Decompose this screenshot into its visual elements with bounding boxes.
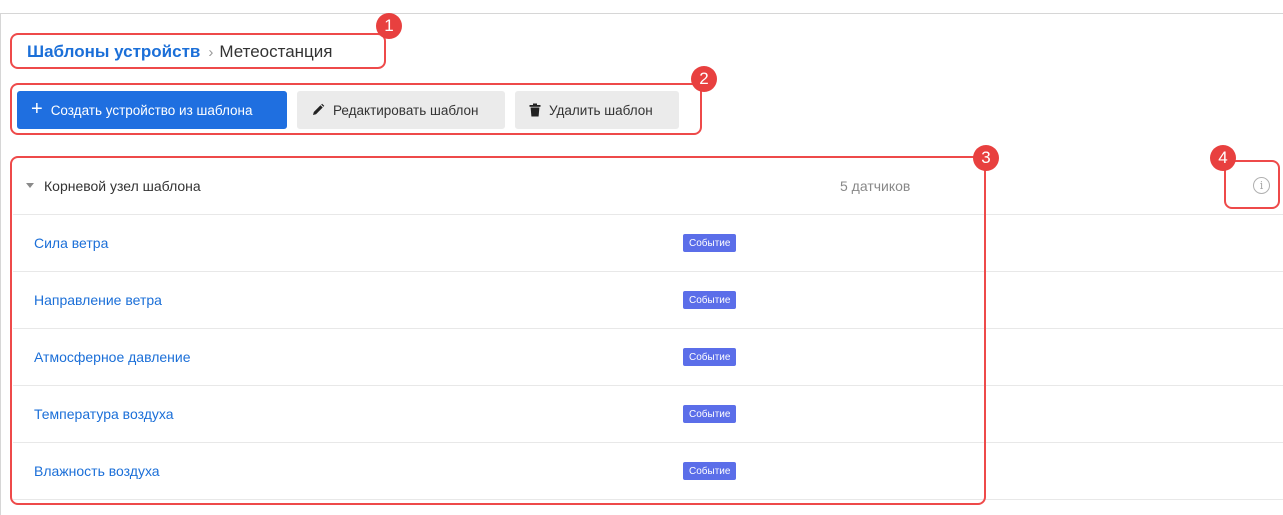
sensor-link[interactable]: Температура воздуха <box>34 406 174 422</box>
trash-icon <box>529 103 541 117</box>
event-badge: Событие <box>683 462 737 480</box>
tree-root-label: Корневой узел шаблона <box>44 177 201 194</box>
breadcrumb-separator: › <box>208 43 214 61</box>
left-divider <box>0 13 1 515</box>
event-badge: Событие <box>683 405 737 423</box>
caret-down-icon[interactable] <box>26 183 34 188</box>
info-icon[interactable]: i <box>1253 177 1270 194</box>
annotation-badge-3: 3 <box>973 145 999 171</box>
toolbar: + Создать устройство из шаблона Редактир… <box>17 91 679 129</box>
list-item: Температура воздуха Событие <box>13 386 1283 443</box>
list-item: Атмосферное давление Событие <box>13 329 1283 386</box>
event-badge: Событие <box>683 234 737 252</box>
create-device-from-template-button[interactable]: + Создать устройство из шаблона <box>17 91 287 129</box>
tree-root-row[interactable]: Корневой узел шаблона 5 датчиков i <box>13 157 1283 215</box>
delete-template-button[interactable]: Удалить шаблон <box>515 91 679 129</box>
create-device-label: Создать устройство из шаблона <box>50 102 253 118</box>
annotation-badge-1: 1 <box>376 13 402 39</box>
list-item: Сила ветра Событие <box>13 215 1283 272</box>
top-divider <box>0 13 1283 14</box>
event-badge: Событие <box>683 291 737 309</box>
breadcrumb-current: Метеостанция <box>219 42 333 61</box>
annotation-badge-2: 2 <box>691 66 717 92</box>
event-badge: Событие <box>683 348 737 366</box>
sensor-link[interactable]: Направление ветра <box>34 292 162 308</box>
breadcrumb-templates-link[interactable]: Шаблоны устройств <box>27 42 200 62</box>
list-item: Направление ветра Событие <box>13 272 1283 329</box>
edit-template-label: Редактировать шаблон <box>333 102 479 118</box>
sensor-link[interactable]: Влажность воздуха <box>34 463 160 479</box>
pencil-icon <box>311 103 325 117</box>
sensor-link[interactable]: Атмосферное давление <box>34 349 191 365</box>
sensor-count: 5 датчиков <box>840 177 911 194</box>
breadcrumb: Шаблоны устройств › Метеостанция <box>27 40 332 64</box>
annotation-badge-4: 4 <box>1210 145 1236 171</box>
edit-template-button[interactable]: Редактировать шаблон <box>297 91 505 129</box>
plus-icon: + <box>31 98 43 120</box>
sensor-link[interactable]: Сила ветра <box>34 235 108 251</box>
list-item: Влажность воздуха Событие <box>13 443 1283 500</box>
delete-template-label: Удалить шаблон <box>549 102 653 118</box>
